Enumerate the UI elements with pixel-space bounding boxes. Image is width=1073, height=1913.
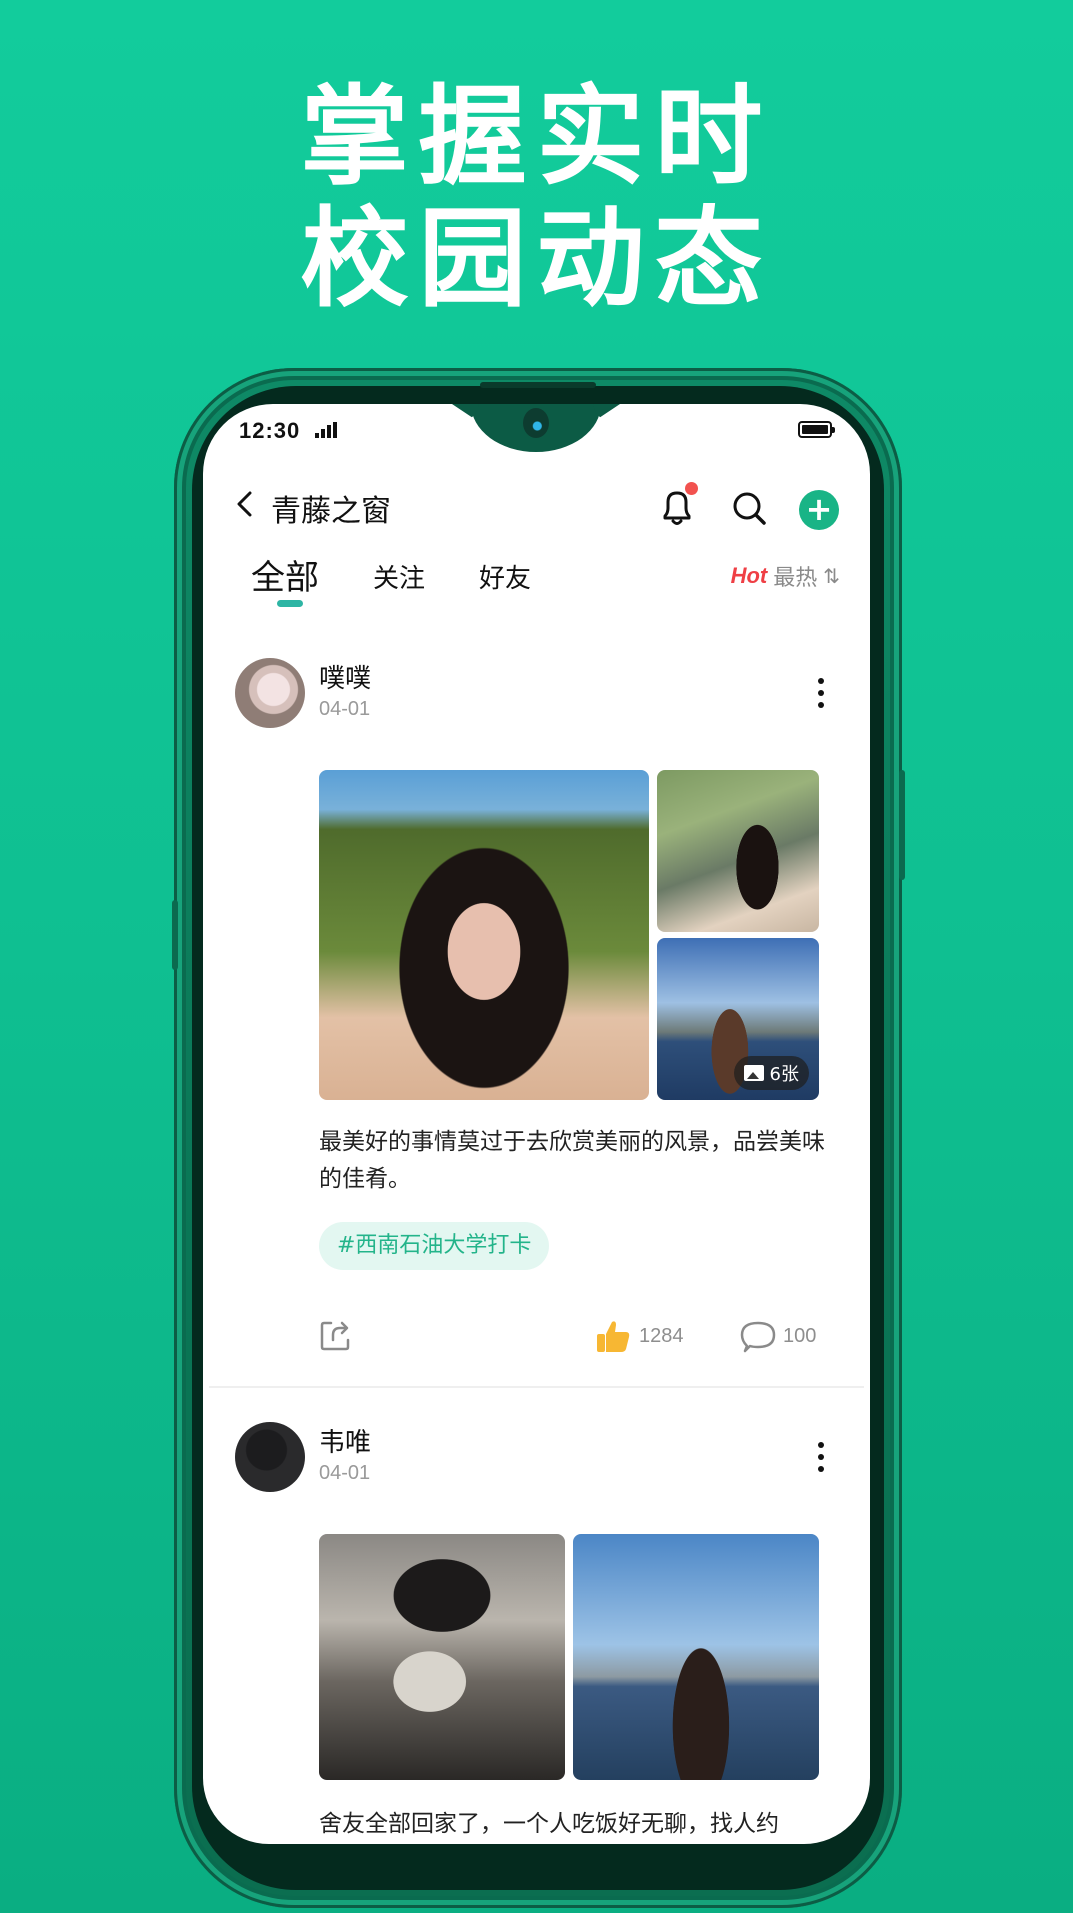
topic-tag[interactable]: #西南石油大学打卡: [319, 1222, 550, 1270]
active-tab-indicator: [277, 600, 303, 607]
post-image[interactable]: [319, 1534, 565, 1780]
phone-screen: 12:30 青藤之窗 + 全部 关注 好友 Hot 最热 ⇅ 噗噗 04-01 …: [203, 404, 870, 1844]
avatar[interactable]: [235, 1422, 305, 1492]
comment-button[interactable]: 100: [739, 1318, 816, 1354]
phone-speaker: [480, 382, 596, 388]
tab-all[interactable]: 全部: [251, 550, 319, 599]
post-username[interactable]: 噗噗: [319, 658, 371, 695]
image-count-label: 6张: [769, 1064, 799, 1085]
page-title: 青藤之窗: [271, 494, 391, 529]
plus-icon: +: [805, 490, 833, 528]
share-icon[interactable]: [319, 1318, 353, 1352]
post-username[interactable]: 韦唯: [319, 1422, 371, 1459]
promo-headline-line2: 校园动态: [300, 197, 773, 322]
post-image[interactable]: [657, 770, 819, 932]
phone-power-button: [899, 770, 905, 880]
phone-side-button: [172, 900, 178, 970]
chevron-left-icon[interactable]: [233, 490, 257, 518]
promo-headline-line1: 掌握实时: [300, 75, 773, 200]
tab-following[interactable]: 关注: [373, 558, 425, 595]
more-vertical-icon[interactable]: [818, 678, 826, 708]
thumbs-up-icon: [597, 1321, 630, 1352]
sort-hot-button[interactable]: Hot 最热 ⇅: [731, 560, 840, 592]
post-image[interactable]: [573, 1534, 819, 1780]
avatar[interactable]: [235, 658, 305, 728]
sort-label: 最热: [773, 566, 818, 591]
screen-notch: [471, 404, 601, 452]
search-icon[interactable]: [729, 488, 769, 528]
notification-badge: [685, 482, 698, 495]
status-time: 12:30: [239, 418, 301, 443]
battery-full-icon: [798, 421, 835, 438]
like-count: 1284: [639, 1324, 684, 1347]
app-header: 青藤之窗 +: [203, 474, 870, 534]
sort-arrows-icon: ⇅: [823, 564, 840, 588]
post-image[interactable]: 6张: [657, 938, 819, 1100]
signal-bars-icon: [315, 422, 337, 438]
comment-count: 100: [783, 1324, 817, 1347]
tab-friends[interactable]: 好友: [479, 558, 531, 595]
like-button[interactable]: 1284: [595, 1318, 684, 1354]
post-image[interactable]: [319, 770, 649, 1100]
hot-badge: Hot: [730, 563, 768, 588]
add-post-button[interactable]: +: [799, 490, 839, 530]
image-icon: [743, 1065, 764, 1081]
feed-tabs: 全部 关注 好友 Hot 最热 ⇅: [203, 550, 870, 610]
more-vertical-icon[interactable]: [818, 1442, 826, 1472]
post-divider: [209, 1386, 864, 1388]
image-count-badge: 6张: [733, 1056, 809, 1090]
post-text: 最美好的事情莫过于去欣赏美丽的风景，品尝美味的佳肴。: [319, 1129, 825, 1192]
front-camera: [523, 408, 549, 438]
post-text: 舍友全部回家了，一个人吃饭好无聊，找人约: [319, 1811, 779, 1837]
comment-bubble-icon: [740, 1321, 776, 1353]
post-date: 04-01: [319, 698, 371, 720]
post-date: 04-01: [319, 1462, 371, 1484]
